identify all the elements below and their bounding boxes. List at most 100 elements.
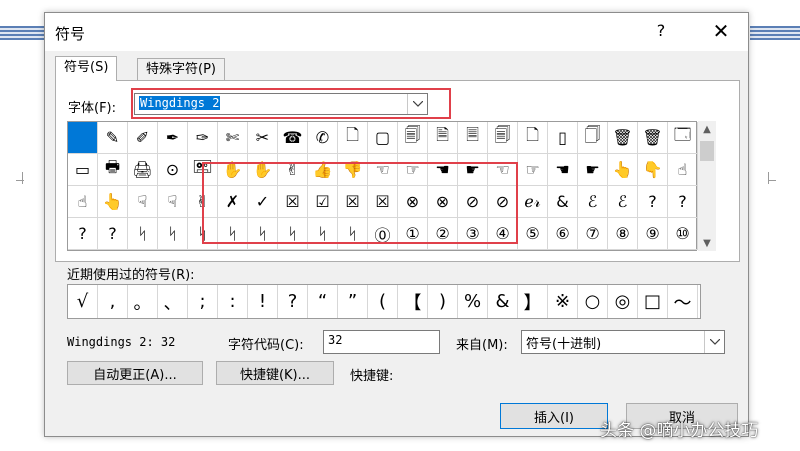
recent-symbol[interactable]: 。: [128, 285, 158, 318]
symbol-cell[interactable]: ?: [668, 186, 698, 218]
symbol-cell[interactable]: ✒: [158, 122, 188, 154]
shortcut-key-label: 快捷键(K)...: [239, 367, 311, 383]
recent-symbol[interactable]: 】: [518, 285, 548, 318]
symbol-cell[interactable]: ⑨: [638, 218, 668, 250]
symbol-cell[interactable]: ?: [638, 186, 668, 218]
symbol-cell[interactable]: ℰ: [608, 186, 638, 218]
symbol-cell[interactable]: 🗑: [638, 122, 668, 154]
insert-label: 插入(I): [534, 410, 574, 426]
symbol-cell[interactable]: ✑: [188, 122, 218, 154]
recent-symbol[interactable]: ”: [338, 285, 368, 318]
chevron-down-icon[interactable]: [704, 331, 724, 353]
recent-symbol[interactable]: □: [638, 285, 668, 318]
symbol-cell[interactable]: ✂: [248, 122, 278, 154]
recent-symbol[interactable]: √: [68, 285, 98, 318]
document-background: [0, 0, 44, 451]
symbol-cell[interactable]: 👆: [608, 154, 638, 186]
symbol-cell[interactable]: 🖨: [128, 154, 158, 186]
symbol-cell[interactable]: ℯ𝓇: [518, 186, 548, 218]
insert-button[interactable]: 插入(I): [500, 403, 608, 429]
recent-symbol[interactable]: ,: [98, 285, 128, 318]
recent-label: 近期使用过的符号(R):: [67, 268, 195, 283]
symbol-cell[interactable]: ☝: [668, 154, 698, 186]
help-button[interactable]: ?: [651, 21, 671, 40]
symbol-cell[interactable]: 🗏: [458, 122, 488, 154]
recent-symbol[interactable]: 【: [398, 285, 428, 318]
symbol-cell[interactable]: 🗐: [488, 122, 518, 154]
ruler-right: [750, 26, 800, 40]
recent-symbol[interactable]: 、: [158, 285, 188, 318]
char-code-input[interactable]: 32: [323, 330, 440, 354]
symbol-cell[interactable]: ?: [98, 218, 128, 250]
symbol-cell[interactable]: 🗑: [608, 122, 638, 154]
scroll-up-icon[interactable]: ▲: [698, 121, 716, 137]
symbol-cell[interactable]: ᛋ: [128, 218, 158, 250]
from-select[interactable]: 符号(十进制): [521, 330, 725, 354]
symbol-cell[interactable]: &: [548, 186, 578, 218]
symbol-cell[interactable]: 🗋: [338, 122, 368, 154]
symbol-cell[interactable]: ⑦: [578, 218, 608, 250]
tab-symbols[interactable]: 符号(S): [55, 56, 118, 81]
recent-symbol[interactable]: !: [248, 285, 278, 318]
symbol-cell[interactable]: 🗎: [428, 122, 458, 154]
symbol-cell[interactable]: ✄: [218, 122, 248, 154]
symbol-cell[interactable]: ⑤: [518, 218, 548, 250]
tab-special-chars-label: 特殊字符(P): [146, 62, 216, 77]
symbol-cell[interactable]: 🗋: [518, 122, 548, 154]
symbol-cell[interactable]: ▭: [68, 154, 98, 186]
symbol-cell[interactable]: 🗐: [398, 122, 428, 154]
margin-mark: [768, 180, 776, 181]
grid-scrollbar[interactable]: ▲ ▼: [698, 121, 716, 251]
margin-mark: [22, 172, 23, 184]
scroll-down-icon[interactable]: ▼: [698, 235, 716, 251]
symbol-cell[interactable]: ⑥: [548, 218, 578, 250]
symbol-cell[interactable]: ✎: [98, 122, 128, 154]
recent-symbol[interactable]: ?: [278, 285, 308, 318]
symbol-cell[interactable]: ⑩: [668, 218, 698, 250]
recent-symbol[interactable]: ～: [668, 285, 698, 318]
font-code-text: Wingdings 2: 32: [67, 335, 176, 349]
scroll-thumb[interactable]: [700, 141, 714, 161]
recent-symbol[interactable]: &: [488, 285, 518, 318]
tab-special-chars[interactable]: 特殊字符(P): [137, 58, 225, 80]
autocorrect-label: 自动更正(A)...: [93, 367, 177, 383]
symbol-cell[interactable]: ℰ: [578, 186, 608, 218]
symbol-cell[interactable]: 🗍: [578, 122, 608, 154]
symbol-cell[interactable]: [68, 122, 98, 154]
symbol-cell[interactable]: ☟: [128, 186, 158, 218]
symbol-cell[interactable]: 👆: [98, 186, 128, 218]
recent-symbol[interactable]: ○: [578, 285, 608, 318]
recent-symbol[interactable]: %: [458, 285, 488, 318]
recent-symbol[interactable]: :: [218, 285, 248, 318]
title-bar: 符号 ? ✕: [45, 13, 748, 51]
symbol-cell[interactable]: ⑧: [608, 218, 638, 250]
symbol-cell[interactable]: ☞: [518, 154, 548, 186]
symbol-cell[interactable]: ✐: [128, 122, 158, 154]
symbol-cell[interactable]: ☎: [278, 122, 308, 154]
recent-symbol[interactable]: ): [428, 285, 458, 318]
symbol-cell[interactable]: ⊙: [158, 154, 188, 186]
recent-symbol[interactable]: ;: [188, 285, 218, 318]
symbol-cell[interactable]: ☝: [68, 186, 98, 218]
recent-symbol[interactable]: “: [308, 285, 338, 318]
symbol-cell[interactable]: ▯: [548, 122, 578, 154]
symbol-cell[interactable]: ☟: [158, 186, 188, 218]
symbol-cell[interactable]: ✆: [308, 122, 338, 154]
symbol-cell[interactable]: 🖶: [98, 154, 128, 186]
recent-symbol[interactable]: ◎: [608, 285, 638, 318]
close-button[interactable]: ✕: [709, 19, 733, 43]
recent-symbols[interactable]: √,。、;:!? “”(【)% &】 ※ ○ ◎ □ ～: [67, 284, 701, 319]
recent-symbol[interactable]: ※: [548, 285, 578, 318]
autocorrect-button[interactable]: 自动更正(A)...: [67, 361, 203, 385]
symbol-cell[interactable]: ᛋ: [158, 218, 188, 250]
annotation-box-symbols: [202, 162, 518, 244]
symbol-cell[interactable]: 🗔: [668, 122, 698, 154]
symbol-cell[interactable]: ?: [68, 218, 98, 250]
symbol-cell[interactable]: ▢: [368, 122, 398, 154]
shortcut-key-button[interactable]: 快捷键(K)...: [216, 361, 334, 385]
recent-symbol[interactable]: (: [368, 285, 398, 318]
symbol-cell[interactable]: 👇: [638, 154, 668, 186]
symbol-cell[interactable]: ☚: [548, 154, 578, 186]
font-label: 字体(F):: [68, 101, 117, 116]
symbol-cell[interactable]: ☛: [578, 154, 608, 186]
